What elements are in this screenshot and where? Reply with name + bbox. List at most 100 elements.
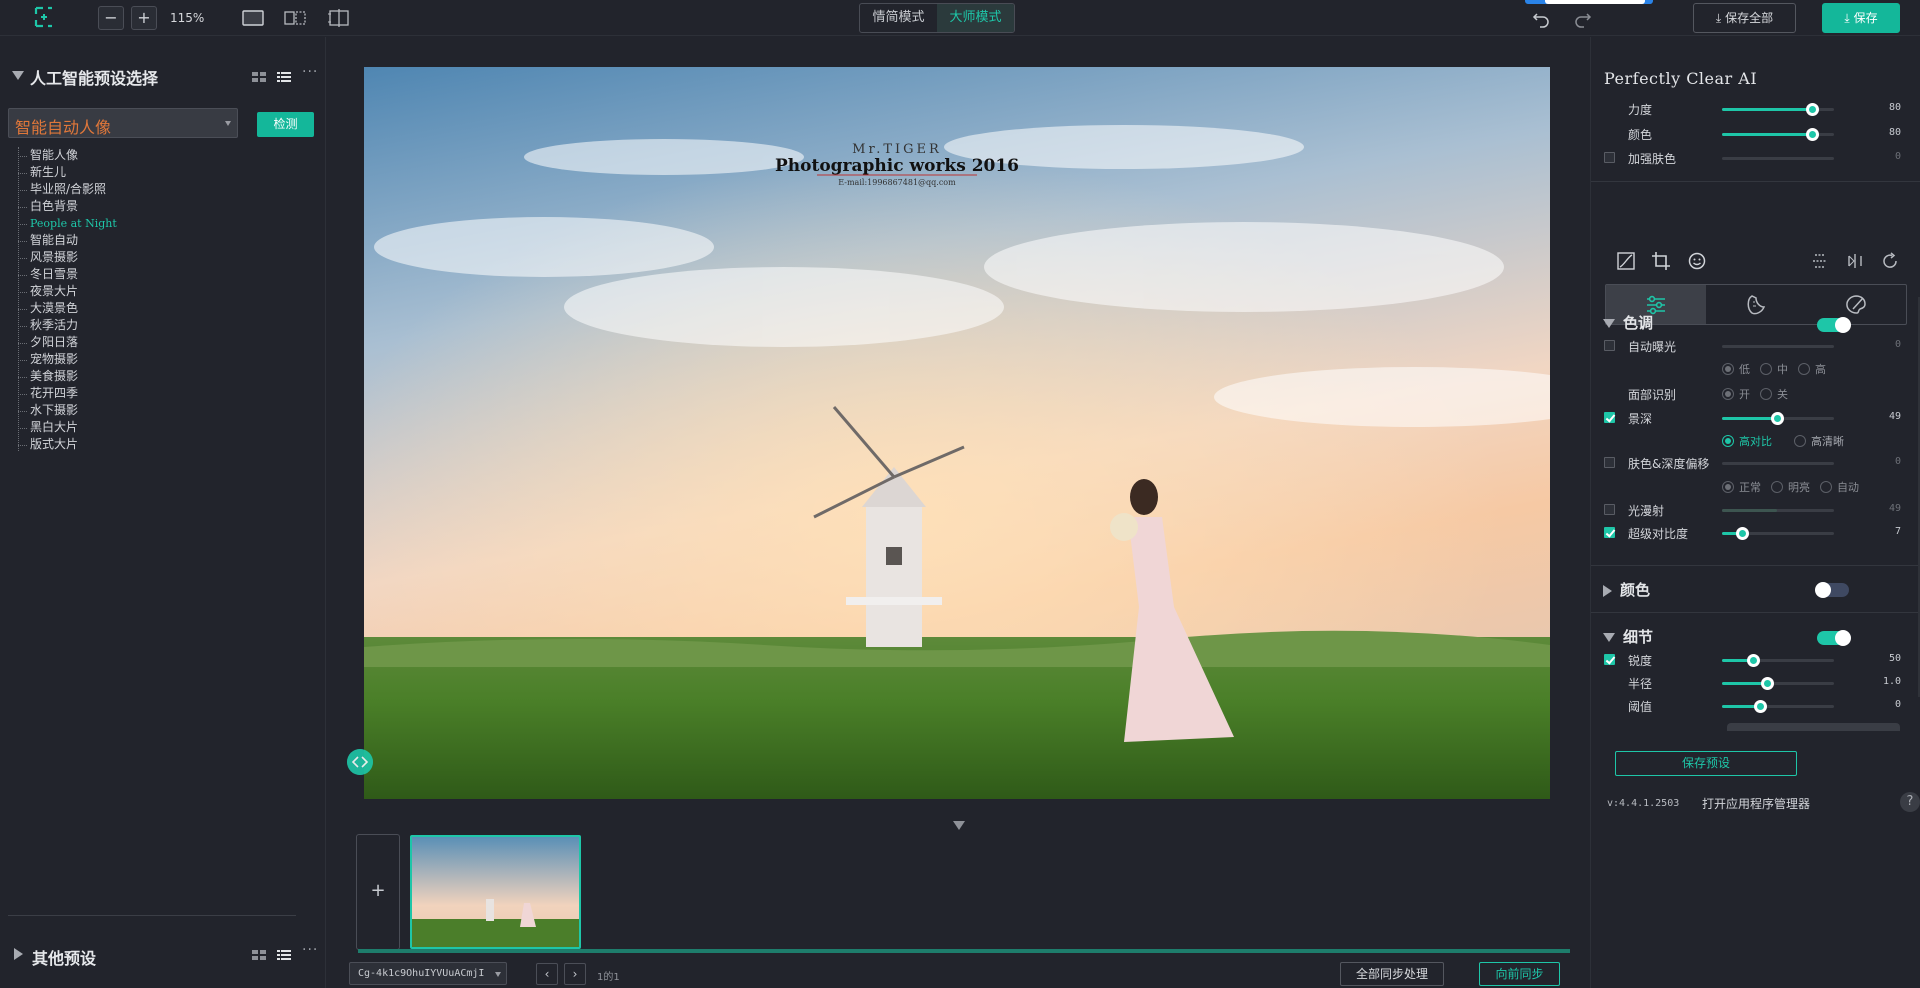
slider-track[interactable]: [1722, 103, 1834, 116]
preset-item[interactable]: People at Night: [18, 215, 298, 232]
flip-vertical-icon[interactable]: [1810, 251, 1830, 271]
preset-item[interactable]: 智能自动: [18, 232, 298, 249]
grid-view-icon[interactable]: [252, 949, 266, 961]
collapse-filmstrip-icon[interactable]: [953, 821, 965, 830]
tone-toggle[interactable]: [1817, 317, 1851, 333]
auto-exposure-checkbox[interactable]: [1604, 340, 1615, 351]
filename-select[interactable]: Cg-4k1c9OhuIYVUuACmjI: [349, 962, 507, 985]
radio-medium[interactable]: 中: [1760, 361, 1788, 377]
main-photo[interactable]: Mr.TIGER Photographic works 2016 E-mail:…: [364, 67, 1550, 799]
slider-track[interactable]: [1722, 462, 1834, 465]
slider-track[interactable]: [1722, 677, 1834, 690]
slider-track[interactable]: [1722, 527, 1834, 540]
slider-track[interactable]: [1722, 412, 1834, 425]
undo-icon[interactable]: [1531, 8, 1551, 28]
radio-low[interactable]: 低: [1722, 361, 1750, 377]
preset-item[interactable]: 新生儿: [18, 164, 298, 181]
slider-knob[interactable]: [1770, 412, 1784, 425]
slider-knob[interactable]: [1754, 700, 1768, 713]
slider-knob[interactable]: [1805, 128, 1819, 141]
radio-bright[interactable]: 明亮: [1771, 479, 1810, 495]
preset-item[interactable]: 风景摄影: [18, 249, 298, 266]
radio-high-contrast[interactable]: 高对比: [1722, 433, 1772, 449]
slider-knob[interactable]: [1805, 103, 1819, 116]
preset-item[interactable]: 秋季活力: [18, 317, 298, 334]
prev-image-button[interactable]: ‹: [536, 963, 558, 985]
radio-off[interactable]: 关: [1760, 386, 1788, 402]
flip-horizontal-icon[interactable]: [1845, 251, 1865, 271]
curves-icon[interactable]: [1616, 251, 1636, 271]
list-view-icon[interactable]: [277, 71, 291, 83]
master-mode-tab[interactable]: 大师模式: [937, 4, 1014, 32]
zoom-out-button[interactable]: −: [98, 6, 124, 30]
compare-view-icon[interactable]: [327, 8, 351, 28]
open-app-manager-link[interactable]: 打开应用程序管理器: [1702, 795, 1810, 812]
save-preset-button[interactable]: 保存预设: [1615, 751, 1797, 776]
thumbnail[interactable]: [410, 835, 581, 949]
sharpness-checkbox[interactable]: [1604, 654, 1615, 665]
preset-item[interactable]: 黑白大片: [18, 419, 298, 436]
detect-button[interactable]: 检测: [257, 112, 314, 137]
slider-knob[interactable]: [1760, 677, 1774, 690]
more-options-icon[interactable]: ···: [302, 942, 318, 958]
depth-checkbox[interactable]: [1604, 412, 1615, 423]
expand-icon[interactable]: [14, 948, 23, 960]
skin-depth-checkbox[interactable]: [1604, 457, 1615, 468]
sync-all-button[interactable]: 全部同步处理: [1340, 962, 1444, 986]
preset-item[interactable]: 白色背景: [18, 198, 298, 215]
slider-track[interactable]: [1722, 654, 1834, 667]
preset-item[interactable]: 宠物摄影: [18, 351, 298, 368]
super-contrast-checkbox[interactable]: [1604, 527, 1615, 538]
zoom-in-button[interactable]: +: [131, 6, 157, 30]
radio-high-clarity[interactable]: 高清晰: [1794, 433, 1844, 449]
radio-high[interactable]: 高: [1798, 361, 1826, 377]
redo-icon[interactable]: [1573, 8, 1593, 28]
save-button[interactable]: ⤓ 保存: [1822, 3, 1900, 33]
list-view-icon[interactable]: [277, 949, 291, 961]
preset-item[interactable]: 夕阳日落: [18, 334, 298, 351]
next-image-button[interactable]: ›: [564, 963, 586, 985]
crop-icon[interactable]: [1651, 251, 1671, 271]
color-toggle[interactable]: [1815, 582, 1849, 598]
preset-item[interactable]: 美食摄影: [18, 368, 298, 385]
slider-track[interactable]: [1722, 128, 1834, 141]
face-icon[interactable]: [1687, 251, 1707, 271]
sync-forward-button[interactable]: 向前同步: [1479, 962, 1560, 986]
slider-track[interactable]: [1722, 157, 1834, 160]
radio-normal[interactable]: 正常: [1722, 479, 1761, 495]
color-section-header[interactable]: 颜色: [1603, 579, 1650, 600]
radio-on[interactable]: 开: [1722, 386, 1750, 402]
simple-mode-tab[interactable]: 情简模式: [860, 4, 937, 32]
help-icon[interactable]: ?: [1900, 792, 1920, 812]
preset-item[interactable]: 水下摄影: [18, 402, 298, 419]
preset-item[interactable]: 毕业照/合影照: [18, 181, 298, 198]
preset-item[interactable]: 花开四季: [18, 385, 298, 402]
more-options-icon[interactable]: ···: [302, 64, 318, 80]
tab-face-retouch[interactable]: [1706, 285, 1806, 324]
grid-view-icon[interactable]: [252, 71, 266, 83]
collapse-icon[interactable]: [12, 71, 24, 80]
slider-track[interactable]: [1722, 345, 1834, 348]
light-diffuse-checkbox[interactable]: [1604, 504, 1615, 515]
detail-toggle[interactable]: [1817, 630, 1851, 646]
slider-knob[interactable]: [1747, 654, 1761, 667]
rotate-icon[interactable]: [1880, 251, 1900, 271]
preset-item[interactable]: 夜景大片: [18, 283, 298, 300]
preset-item[interactable]: 大漠景色: [18, 300, 298, 317]
add-image-button[interactable]: +: [356, 834, 400, 950]
preset-item[interactable]: 冬日雪景: [18, 266, 298, 283]
slider-knob[interactable]: [1736, 527, 1750, 540]
preset-item[interactable]: 智能人像: [18, 147, 298, 164]
tone-section-header[interactable]: 色调: [1603, 312, 1653, 333]
preset-item[interactable]: 版式大片: [18, 436, 298, 453]
radio-auto[interactable]: 自动: [1820, 479, 1859, 495]
filmstrip-scroll[interactable]: [358, 949, 1570, 953]
detail-section-header[interactable]: 细节: [1603, 626, 1653, 647]
slider-track[interactable]: [1722, 509, 1834, 512]
ai-preset-select[interactable]: 智能自动人像: [8, 108, 238, 138]
split-view-icon[interactable]: [283, 8, 307, 28]
compare-slider-handle[interactable]: [347, 749, 373, 775]
slider-track[interactable]: [1722, 700, 1834, 713]
single-view-icon[interactable]: [241, 8, 265, 28]
save-all-button[interactable]: ⤓ 保存全部: [1693, 3, 1796, 33]
